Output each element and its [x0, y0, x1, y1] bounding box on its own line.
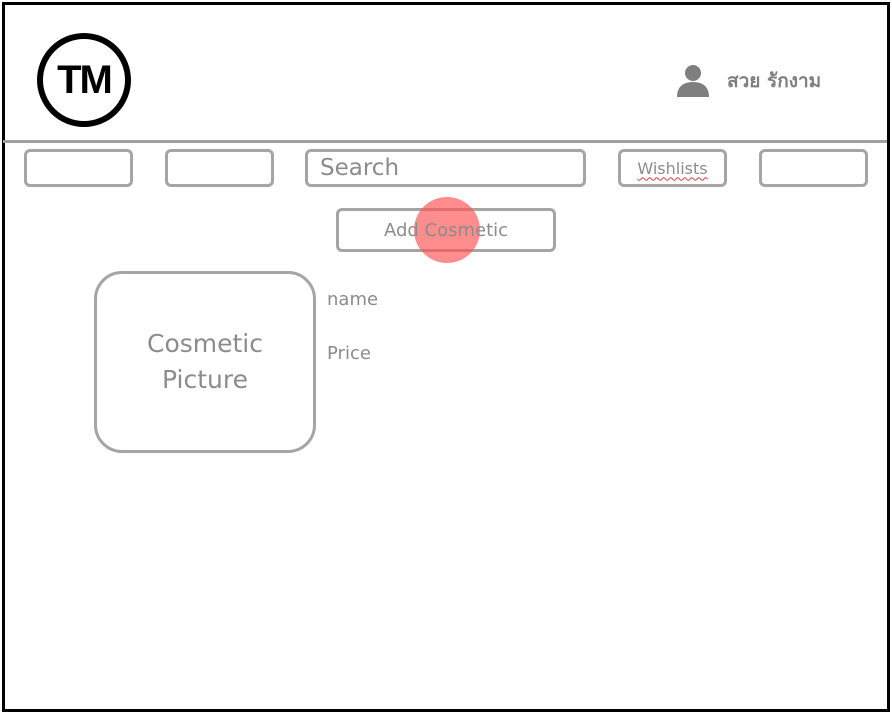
search-input[interactable]: Search	[305, 149, 586, 187]
cosmetic-name-label: name	[327, 289, 379, 310]
nav-button-2[interactable]	[165, 149, 274, 187]
add-cosmetic-label: Add Cosmetic	[383, 219, 509, 241]
picture-label-line-1: Cosmetic	[146, 329, 263, 358]
header-divider	[3, 140, 887, 143]
user-name: สวย รักงาม	[727, 70, 822, 92]
nav-button-1[interactable]	[24, 149, 133, 187]
logo-text: TM	[57, 58, 113, 102]
cosmetic-picture[interactable]: Cosmetic Picture	[94, 271, 316, 453]
wishlists-label: Wishlists	[637, 158, 708, 178]
logo[interactable]: TM	[37, 33, 131, 127]
cosmetic-price-label: Price	[327, 343, 371, 364]
user-icon	[677, 65, 709, 97]
search-placeholder: Search	[320, 155, 400, 181]
nav-button-5[interactable]	[759, 149, 868, 187]
wishlists-button[interactable]: Wishlists	[618, 149, 727, 187]
picture-label-line-2: Picture	[162, 365, 248, 394]
user-profile[interactable]: สวย รักงาม	[675, 63, 821, 99]
